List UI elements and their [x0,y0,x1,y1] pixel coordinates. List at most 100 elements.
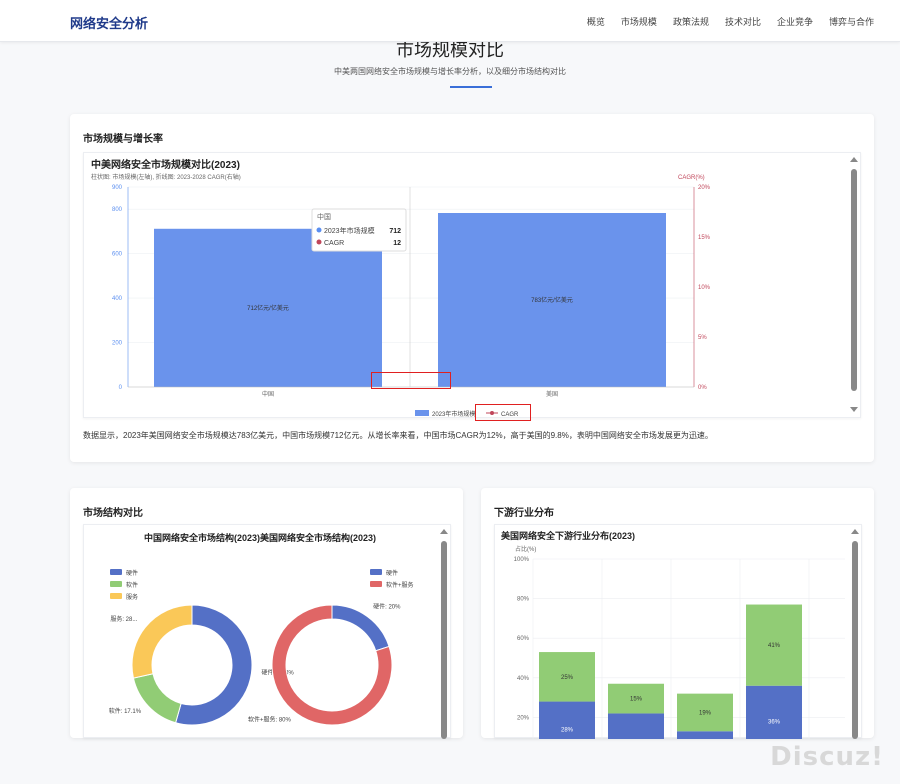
tooltip-dot-cagr [316,239,322,245]
stacked-bars-group: 20% 40% 60% 80% 100% 28% 25% 15% 19% 36% 41% [514,557,845,757]
nav-market-size[interactable]: 市场规模 [621,15,657,28]
page-subtitle: 中美两国网络安全市场规模与增长率分析，以及细分市场结构对比 [334,67,566,76]
legend-label[interactable]: 软件+服务 [386,581,414,589]
main-nav: 概览 市场规模 政策法规 技术对比 企业竞争 博弈与合作 [587,15,874,28]
y2-tick-label: 20% [698,185,711,191]
chart-scrollbar[interactable] [851,169,857,391]
pie-slice[interactable] [331,604,390,652]
tooltip-dot-size [316,227,322,233]
nav-tech[interactable]: 技术对比 [725,15,761,28]
bar-data-label: 41% [768,643,781,649]
y-tick-label: 0 [119,385,123,391]
stacked-bar-segment[interactable] [746,685,802,757]
y2-tick-label: 10% [698,285,711,291]
legend-label-size[interactable]: 2023年市场规模 [432,410,475,418]
y2-axis-label: CAGR(%) [678,175,705,181]
nav-companies[interactable]: 企业竞争 [777,15,813,28]
annotation-box-legend [475,404,531,421]
pie-slice-label: 软件+服务: 80% [248,716,292,724]
y-tick-label: 400 [112,296,123,302]
stacked-bar-segment[interactable] [677,731,733,757]
bar-data-label: 28% [561,727,574,733]
y-tick-label: 200 [112,341,123,347]
scroll-up-arrow[interactable] [851,529,859,534]
scroll-up-arrow[interactable] [850,157,858,162]
chart-subtitle: 柱状图: 市场规模(左轴), 折线图: 2023-2028 CAGR(右轴) [91,173,241,181]
annotation-box-bars [371,372,451,389]
tooltip-label-cagr: CAGR [324,240,344,247]
stacked-bar-segment[interactable] [539,701,595,757]
structure-card-title: 市场结构对比 [83,508,143,519]
structure-card: 市场结构对比 中国网络安全市场结构(2023) 美国网络安全市场结构(2023)… [70,488,463,739]
x-tick-label: 美国 [546,390,558,398]
tooltip-value-cagr: 12 [393,240,401,247]
legend-label[interactable]: 软件 [126,581,138,589]
y-tick-label: 600 [112,252,123,258]
downstream-chart: 美国网络安全下游行业分布(2023) 占比(%) 20% 40% 60% 80% 100… [501,530,845,757]
legend-label[interactable]: 硬件 [386,569,398,577]
pie-slice-label: 软件: 17.1% [109,707,142,715]
downstream-card-title: 下游行业分布 [494,508,554,519]
tooltip-label-size: 2023年市场规模 [324,226,375,235]
y2-tick-label: 0% [698,385,707,391]
y-tick-label: 800 [112,207,123,213]
legend-swatch-size[interactable] [415,410,429,416]
legend-swatch[interactable] [110,593,122,599]
tooltip-title: 中国 [317,212,331,221]
top-navbar: 网络安全分析 概览 市场规模 政策法规 技术对比 企业竞争 博弈与合作 [0,0,900,42]
growth-card: 市场规模与增长率 中美网络安全市场规模对比(2023) 柱状图: 市场规模(左轴… [70,114,874,462]
china-pie-title: 中国网络安全市场结构(2023) [144,532,260,543]
bar-data-label: 783亿元/亿美元 [531,296,573,304]
y-tick-label: 60% [517,636,530,642]
growth-chart: 中美网络安全市场规模对比(2023) 柱状图: 市场规模(左轴), 折线图: 2… [91,158,711,418]
x-tick-label: 中国 [262,390,274,398]
pie-slice[interactable] [131,604,193,679]
growth-description: 数据显示，2023年美国网络安全市场规模达783亿美元，中国市场规模712亿元。… [83,431,713,440]
y2-tick-label: 5% [698,335,707,341]
legend-swatch[interactable] [370,569,382,575]
nav-overview[interactable]: 概览 [587,15,605,28]
legend-swatch[interactable] [110,569,122,575]
pie-slice-label: 硬件: 20% [373,602,401,610]
pie-slice-label: 服务: 28... [110,615,137,623]
stacked-bar-segment[interactable] [608,713,664,757]
scroll-down-arrow[interactable] [850,407,858,412]
y2-tick-label: 15% [698,235,711,241]
tooltip-value-size: 712 [389,228,401,235]
legend-label[interactable]: 服务 [126,593,138,601]
legend-swatch[interactable] [110,581,122,587]
title-underline [450,86,492,88]
y-tick-label: 20% [517,715,530,721]
structure-chart-panel: 中国网络安全市场结构(2023) 美国网络安全市场结构(2023) 硬件: 54… [83,524,451,739]
y-tick-label: 100% [514,557,530,563]
downstream-chart-title: 美国网络安全下游行业分布(2023) [501,530,635,541]
chart-scrollbar[interactable] [441,541,447,739]
bar-data-label: 712亿元/亿美元 [247,304,289,312]
y-tick-label: 80% [517,597,530,603]
legend-label[interactable]: 硬件 [126,569,138,577]
nav-game-coop[interactable]: 博弈与合作 [829,15,874,28]
downstream-ylabel: 占比(%) [515,545,536,553]
brand-logo[interactable]: 网络安全分析 [70,13,148,32]
bar-data-label: 25% [561,675,574,681]
growth-card-title: 市场规模与增长率 [83,134,163,145]
scroll-up-arrow[interactable] [440,529,448,534]
us-pie-title: 美国网络安全市场结构(2023) [260,532,376,543]
y-tick-label: 900 [112,185,123,191]
structure-chart: 中国网络安全市场结构(2023) 美国网络安全市场结构(2023) 硬件: 54… [109,532,414,726]
y-tick-label: 40% [517,676,530,682]
downstream-chart-panel: 美国网络安全下游行业分布(2023) 占比(%) 20% 40% 60% 80% 100… [494,524,862,757]
bar-data-label: 19% [699,710,712,716]
pies-group: 硬件: 54.4%软件: 17.1%服务: 28...硬件: 20%软件+服务:… [109,569,414,726]
nav-policy[interactable]: 政策法规 [673,15,709,28]
tooltip: 中国 2023年市场规模 712 CAGR 12 [311,208,407,252]
bar-data-label: 36% [768,719,781,725]
growth-chart-panel: 中美网络安全市场规模对比(2023) 柱状图: 市场规模(左轴), 折线图: 2… [83,152,861,418]
discuz-watermark: Discuz! [770,742,884,772]
bar-data-label: 15% [630,697,643,703]
chart-scrollbar[interactable] [852,541,858,739]
legend-swatch[interactable] [370,581,382,587]
downstream-card: 下游行业分布 美国网络安全下游行业分布(2023) 占比(%) 20% 40% 60… [481,488,874,757]
pie-slice[interactable] [132,673,182,724]
chart-title: 中美网络安全市场规模对比(2023) [91,158,240,171]
